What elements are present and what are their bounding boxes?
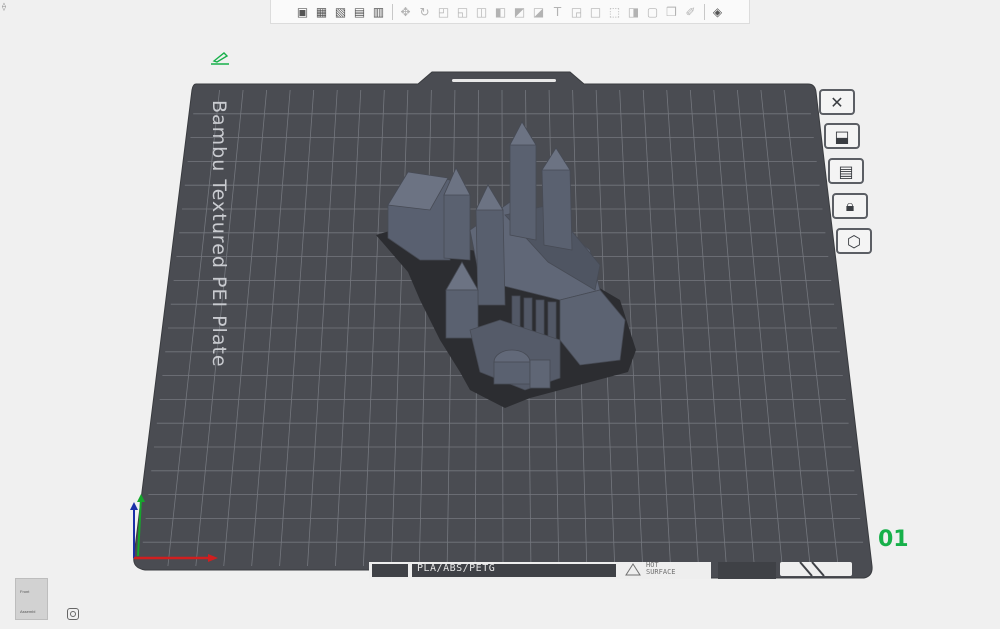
lock-plate-button[interactable]: 🔒︎	[832, 193, 868, 219]
nav-cube-bottom-face: Assembl	[20, 609, 36, 614]
plate-material-label: PLA/ABS/PETG	[417, 563, 496, 574]
hot-surface-label: HOT SURFACE	[646, 562, 676, 576]
auto-orient-button[interactable]: ⬓	[824, 123, 860, 149]
arrange-plate-button[interactable]: ▤	[828, 158, 864, 184]
plate-name-label: Bambu Textured PEI Plate	[208, 100, 230, 368]
nav-cube-top-face: Front	[20, 589, 30, 594]
hot-label-line2: SURFACE	[646, 568, 676, 576]
plate-settings-button[interactable]: ⬡	[836, 228, 872, 254]
edit-plate-name-icon[interactable]	[208, 50, 232, 71]
close-plate-button[interactable]: ✕	[819, 89, 855, 115]
view-navigation-cube[interactable]: Front Assembl	[15, 578, 48, 620]
plate-number: 01	[878, 527, 909, 552]
zoom-to-fit-icon[interactable]	[67, 608, 79, 620]
